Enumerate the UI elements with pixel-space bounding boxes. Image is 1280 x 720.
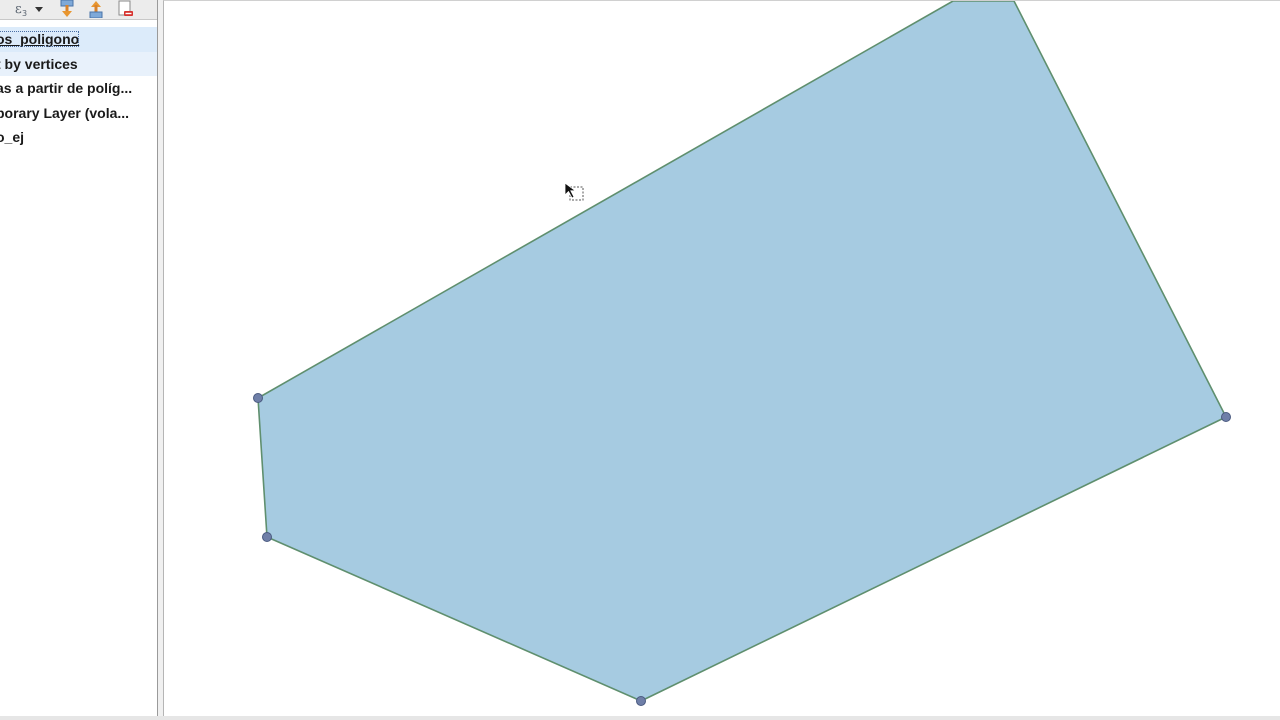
layer-item-label: porary Layer (vola... xyxy=(0,104,130,121)
expand-all-icon[interactable] xyxy=(56,0,78,18)
layer-item-label: as a partir de políg... xyxy=(0,80,133,96)
collapse-all-icon[interactable] xyxy=(85,0,107,18)
remove-layer-icon[interactable] xyxy=(114,0,136,18)
map-canvas-svg[interactable] xyxy=(164,1,1280,718)
layer-tree: os_poligono t by vertices as a partir de… xyxy=(0,27,157,150)
select-feature-cursor-icon xyxy=(564,182,584,201)
layer-item-lineas-a-partir-de-poligonos[interactable]: as a partir de políg... xyxy=(0,76,157,101)
filter-expression-icon[interactable]: ε 3 xyxy=(10,0,32,18)
status-strip xyxy=(0,716,1280,720)
dropdown-arrow-icon[interactable] xyxy=(32,0,46,18)
layer-item-temporary-layer[interactable]: porary Layer (vola... xyxy=(0,101,157,126)
vertex-marker[interactable] xyxy=(262,532,272,542)
vertex-marker[interactable] xyxy=(253,393,263,403)
vertex-marker[interactable] xyxy=(636,696,646,706)
layers-panel: ε 3 os_poligono t by vertices as a parti… xyxy=(0,0,158,716)
layer-item-vertices-poligono[interactable]: os_poligono xyxy=(0,27,157,52)
vertex-marker[interactable] xyxy=(1221,412,1231,422)
polygon-feature[interactable] xyxy=(257,1,1227,702)
qgis-window: ε 3 os_poligono t by vertices as a parti… xyxy=(0,0,1280,720)
layers-panel-toolbar: ε 3 xyxy=(0,0,157,20)
layer-item-poligono-ej[interactable]: o_ej xyxy=(0,125,157,150)
layer-item-label: t by vertices xyxy=(0,55,78,72)
svg-text:ε: ε xyxy=(15,2,22,17)
map-canvas[interactable] xyxy=(163,0,1280,718)
layer-item-label: o_ej xyxy=(0,129,25,145)
layer-item-split-by-vertices[interactable]: t by vertices xyxy=(0,51,157,76)
layer-item-label: os_poligono xyxy=(0,31,80,47)
svg-text:3: 3 xyxy=(22,9,27,17)
